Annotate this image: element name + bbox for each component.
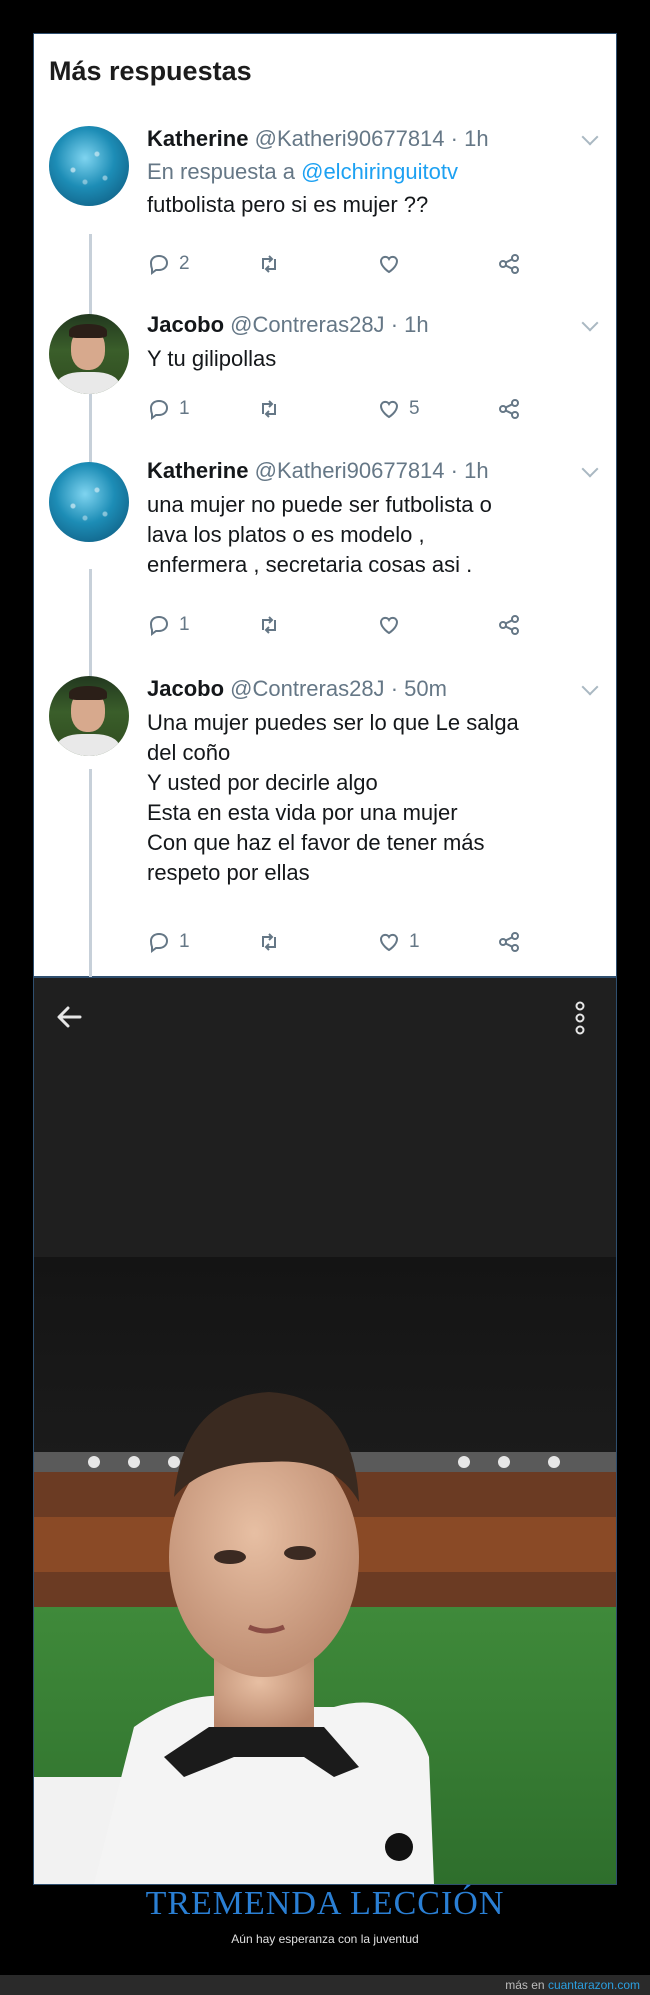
heart-icon bbox=[379, 255, 399, 274]
heart-icon bbox=[379, 933, 399, 952]
reply-icon bbox=[149, 254, 169, 275]
retweet-button[interactable] bbox=[257, 610, 289, 640]
reply-count: 1 bbox=[179, 398, 190, 419]
retweet-icon bbox=[262, 400, 276, 418]
share-button[interactable] bbox=[497, 394, 521, 424]
thread-line bbox=[89, 769, 92, 978]
author-handle[interactable]: @Katheri90677814 bbox=[255, 458, 445, 483]
reply-mention-link[interactable]: @elchiringuitotv bbox=[301, 159, 458, 184]
avatar[interactable] bbox=[49, 126, 129, 206]
footer-credit: más en cuantarazon.com bbox=[505, 1978, 640, 1992]
reply-context: En respuesta a @elchiringuitotv bbox=[147, 159, 458, 185]
tweet-text: Y tu gilipollas bbox=[147, 346, 277, 371]
tweet-header: Katherine @Katheri90677814 · 1h bbox=[147, 126, 489, 152]
footer-prefix: más en bbox=[505, 1978, 545, 1992]
tweet-header: Jacobo @Contreras28J · 1h bbox=[147, 312, 429, 338]
retweet-icon bbox=[262, 255, 276, 273]
share-icon bbox=[499, 615, 519, 635]
tweet-time: · 1h bbox=[390, 312, 429, 337]
tweet-text: Una mujer puedes ser lo que Le salga del… bbox=[147, 710, 519, 885]
arrow-left-icon[interactable] bbox=[54, 1002, 84, 1032]
photo-viewer-panel bbox=[33, 977, 617, 1885]
retweet-button[interactable] bbox=[257, 249, 289, 279]
retweet-icon bbox=[262, 616, 276, 634]
heart-icon bbox=[379, 400, 399, 419]
share-icon bbox=[499, 399, 519, 419]
like-button[interactable] bbox=[377, 249, 409, 279]
tweet-actions: 1 bbox=[147, 610, 567, 640]
footer-bar: más en cuantarazon.com bbox=[0, 1975, 650, 1995]
author-handle[interactable]: @Contreras28J bbox=[230, 676, 384, 701]
tweet-time: · 1h bbox=[450, 458, 489, 483]
like-count: 1 bbox=[409, 931, 420, 952]
share-button[interactable] bbox=[497, 249, 521, 279]
heart-icon bbox=[379, 616, 399, 635]
twitter-replies-panel: Más respuestas Katherine @Katheri9067781… bbox=[33, 33, 617, 978]
more-vertical-icon[interactable] bbox=[574, 1000, 586, 1036]
author-name[interactable]: Jacobo bbox=[147, 676, 224, 701]
reply-button[interactable]: 1 bbox=[147, 394, 190, 424]
share-icon bbox=[499, 932, 519, 952]
tweet-text: futbolista pero si es mujer ?? bbox=[147, 192, 429, 217]
chevron-down-icon[interactable] bbox=[581, 128, 599, 146]
avatar[interactable] bbox=[49, 462, 129, 542]
retweet-icon bbox=[262, 933, 276, 951]
retweet-button[interactable] bbox=[257, 394, 289, 424]
tweet-time: · 50m bbox=[390, 676, 447, 701]
reply-count: 1 bbox=[179, 931, 190, 952]
like-button[interactable]: 5 bbox=[377, 394, 420, 424]
tweet-actions: 1 5 bbox=[147, 394, 567, 424]
reply-button[interactable]: 2 bbox=[147, 249, 190, 279]
tweet-header: Jacobo @Contreras28J · 50m bbox=[147, 676, 447, 702]
reply-icon bbox=[149, 932, 169, 953]
author-name[interactable]: Jacobo bbox=[147, 312, 224, 337]
author-handle[interactable]: @Katheri90677814 bbox=[255, 126, 445, 151]
reply-button[interactable]: 1 bbox=[147, 927, 190, 957]
chevron-down-icon[interactable] bbox=[581, 678, 599, 696]
avatar[interactable] bbox=[49, 314, 129, 394]
reply-count: 2 bbox=[179, 253, 190, 274]
caption-title: TREMENDA LECCIÓN bbox=[145, 1885, 505, 1922]
chevron-down-icon[interactable] bbox=[581, 314, 599, 332]
stadium-selfie-photo bbox=[34, 1257, 616, 1884]
site-link[interactable]: cuantarazon.com bbox=[548, 1978, 640, 1992]
tweet-time: · 1h bbox=[450, 126, 489, 151]
author-name[interactable]: Katherine bbox=[147, 458, 248, 483]
like-button[interactable]: 1 bbox=[377, 927, 420, 957]
reply-count: 1 bbox=[179, 614, 190, 635]
share-button[interactable] bbox=[497, 610, 521, 640]
author-name[interactable]: Katherine bbox=[147, 126, 248, 151]
reply-button[interactable]: 1 bbox=[147, 610, 190, 640]
like-count: 5 bbox=[409, 398, 420, 419]
author-handle[interactable]: @Contreras28J bbox=[230, 312, 384, 337]
reply-prefix: En respuesta a bbox=[147, 159, 295, 184]
tweet-header: Katherine @Katheri90677814 · 1h bbox=[147, 458, 489, 484]
like-button[interactable] bbox=[377, 610, 409, 640]
share-button[interactable] bbox=[497, 927, 521, 957]
tweet-actions: 1 1 bbox=[147, 927, 567, 957]
chevron-down-icon[interactable] bbox=[581, 460, 599, 478]
avatar[interactable] bbox=[49, 676, 129, 756]
caption-subtitle: Aún hay esperanza con la juventud bbox=[231, 1932, 419, 1946]
reply-icon bbox=[149, 615, 169, 636]
tweet-actions: 2 bbox=[147, 249, 567, 279]
section-title: Más respuestas bbox=[49, 56, 252, 86]
retweet-button[interactable] bbox=[257, 927, 289, 957]
share-icon bbox=[499, 254, 519, 274]
reply-icon bbox=[149, 399, 169, 420]
tweet-text: una mujer no puede ser futbolista o lava… bbox=[147, 492, 492, 577]
